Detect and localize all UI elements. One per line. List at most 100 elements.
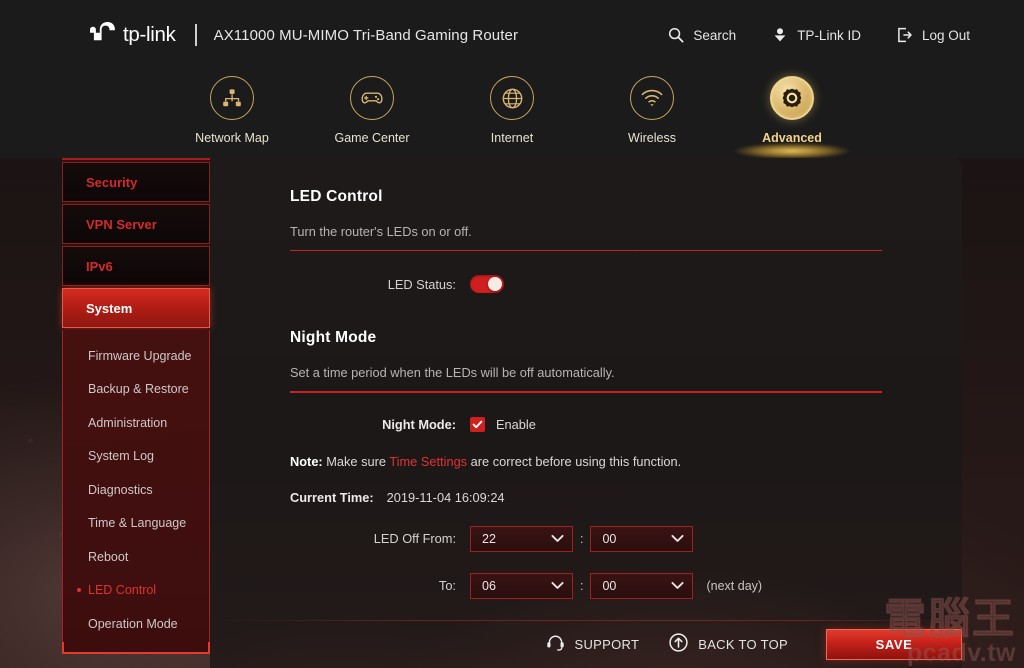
- current-time-label: Current Time:: [290, 489, 374, 505]
- sidebar: Security VPN Server IPv6 System Firmware…: [62, 158, 210, 654]
- tplink-id-label: TP-Link ID: [797, 27, 861, 43]
- tab-label: Game Center: [334, 131, 410, 145]
- tplink-logo-icon: [88, 20, 120, 50]
- current-time-value: 2019-11-04 16:09:24: [386, 489, 505, 505]
- tab-network-map[interactable]: Network Map: [162, 70, 302, 145]
- logout-label: Log Out: [921, 27, 970, 43]
- watermark-latin: pcadv.tw: [906, 639, 1016, 667]
- night-mode-title: Night Mode: [290, 329, 377, 347]
- toggle-knob: [488, 277, 502, 292]
- sidebar-subitem-time-language[interactable]: Time & Language: [63, 507, 209, 541]
- section-rule: [290, 391, 882, 393]
- headset-icon: [546, 634, 565, 654]
- night-mode-checkbox[interactable]: [470, 416, 485, 432]
- active-tab-glow: [734, 143, 850, 159]
- wifi-icon: [630, 76, 674, 120]
- chevron-down-icon: [671, 532, 685, 546]
- tab-label: Network Map: [195, 131, 269, 145]
- sidebar-subitem-reboot[interactable]: Reboot: [63, 540, 209, 574]
- sidebar-subitem-label: Firmware Upgrade: [88, 348, 192, 363]
- back-to-top-label: BACK TO TOP: [698, 636, 788, 652]
- sidebar-subitem-label: Operation Mode: [88, 616, 178, 631]
- page-body: Security VPN Server IPv6 System Firmware…: [0, 158, 1024, 668]
- search-label: Search: [693, 27, 737, 43]
- section-rule: [290, 250, 882, 252]
- sidebar-item-vpn-server[interactable]: VPN Server: [62, 204, 210, 244]
- brand-name: tp-link: [123, 23, 176, 46]
- sidebar-subitem-label: Reboot: [88, 549, 129, 564]
- tplink-id-button[interactable]: TP-Link ID: [772, 27, 861, 43]
- sidebar-item-label: Security: [86, 174, 138, 190]
- watermark-chinese: 電腦王: [883, 595, 1016, 642]
- tab-wireless[interactable]: Wireless: [582, 70, 722, 145]
- to-minute-select[interactable]: 00: [590, 572, 694, 599]
- from-hour-select[interactable]: 22: [470, 525, 573, 552]
- tab-advanced[interactable]: Advanced: [722, 70, 862, 159]
- led-control-title: LED Control: [290, 188, 383, 205]
- logout-button[interactable]: Log Out: [897, 27, 970, 43]
- support-button[interactable]: SUPPORT: [546, 634, 640, 654]
- back-to-top-button[interactable]: BACK TO TOP: [669, 633, 788, 655]
- sidebar-subitem-operation-mode[interactable]: Operation Mode: [63, 607, 209, 641]
- search-icon: [668, 27, 684, 43]
- sidebar-subitem-label: Backup & Restore: [88, 382, 189, 397]
- header-divider: [194, 24, 197, 46]
- sidebar-subitem-label: System Log: [88, 449, 155, 464]
- from-minute-select[interactable]: 00: [590, 525, 694, 552]
- sidebar-submenu: Firmware Upgrade Backup & Restore Admini…: [62, 330, 210, 654]
- time-settings-link[interactable]: Time Settings: [389, 454, 467, 469]
- led-status-row: LED Status:: [290, 275, 882, 294]
- to-hour-value: 06: [482, 578, 496, 593]
- led-control-subtitle: Turn the router's LEDs on or off.: [290, 224, 472, 239]
- sidebar-subitem-label: Diagnostics: [88, 482, 153, 497]
- chevron-down-icon: [551, 532, 564, 546]
- support-label: SUPPORT: [574, 636, 640, 652]
- brand: tp-link AX11000 MU-MIMO Tri-Band Gaming …: [88, 20, 518, 50]
- led-off-from-label: LED Off From:: [373, 531, 456, 547]
- content-panel: LED Control Turn the router's LEDs on or…: [210, 158, 962, 668]
- to-hour-select[interactable]: 06: [470, 572, 573, 599]
- led-status-label: LED Status:: [387, 276, 456, 292]
- from-minute-value: 00: [602, 531, 617, 546]
- led-status-toggle[interactable]: [470, 275, 504, 294]
- router-model: AX11000 MU-MIMO Tri-Band Gaming Router: [213, 26, 519, 44]
- watermark: 電腦王 pcadv.tw: [883, 595, 1016, 667]
- sidebar-subitem-label: Time & Language: [88, 516, 187, 531]
- note-text-2: are correct before using this function.: [467, 453, 682, 469]
- tab-label: Internet: [490, 131, 534, 145]
- sidebar-subitem-backup-restore[interactable]: Backup & Restore: [63, 373, 209, 407]
- header-actions: Search TP-Link ID Log Out: [668, 27, 970, 43]
- night-mode-subtitle: Set a time period when the LEDs will be …: [290, 365, 615, 381]
- check-icon: [472, 419, 483, 430]
- app-header: tp-link AX11000 MU-MIMO Tri-Band Gaming …: [0, 0, 1024, 70]
- sidebar-item-ipv6[interactable]: IPv6: [62, 246, 210, 286]
- arrow-up-circle-icon: [669, 633, 688, 655]
- sidebar-subitem-diagnostics[interactable]: Diagnostics: [63, 473, 209, 507]
- tab-internet[interactable]: Internet: [442, 70, 582, 145]
- current-time-row: Current Time: 2019-11-04 16:09:24: [290, 490, 882, 505]
- sidebar-subitem-firmware-upgrade[interactable]: Firmware Upgrade: [63, 339, 209, 373]
- main-nav-tabs: Network Map Game Center Internet Wireles…: [0, 70, 1024, 159]
- led-off-to-row: To: 06 : 00 (next day): [290, 572, 882, 599]
- note-prefix: Note:: [290, 453, 323, 469]
- led-off-from-row: LED Off From: 22 : 00: [290, 525, 882, 552]
- tab-game-center[interactable]: Game Center: [302, 70, 442, 145]
- sidebar-item-system[interactable]: System: [62, 288, 210, 328]
- sidebar-subitem-label: LED Control: [88, 583, 157, 598]
- sidebar-subitem-administration[interactable]: Administration: [63, 406, 209, 440]
- network-map-icon: [210, 76, 254, 120]
- time-separator: :: [580, 578, 584, 593]
- sidebar-subitem-led-control[interactable]: LED Control: [63, 574, 209, 608]
- sidebar-top-rule: [62, 158, 210, 160]
- sidebar-item-security[interactable]: Security: [62, 162, 210, 202]
- tab-label: Wireless: [628, 131, 676, 145]
- night-mode-enable-row: Night Mode: Enable: [290, 416, 882, 432]
- search-button[interactable]: Search: [668, 27, 736, 43]
- night-mode-note: Note: Make sure Time Settings are correc…: [290, 454, 882, 469]
- time-separator: :: [580, 531, 584, 546]
- sidebar-subitem-label: Administration: [88, 415, 168, 430]
- chevron-down-icon: [551, 579, 564, 593]
- logout-icon: [897, 27, 913, 43]
- sidebar-subitem-system-log[interactable]: System Log: [63, 440, 209, 474]
- sidebar-item-label: VPN Server: [86, 216, 157, 232]
